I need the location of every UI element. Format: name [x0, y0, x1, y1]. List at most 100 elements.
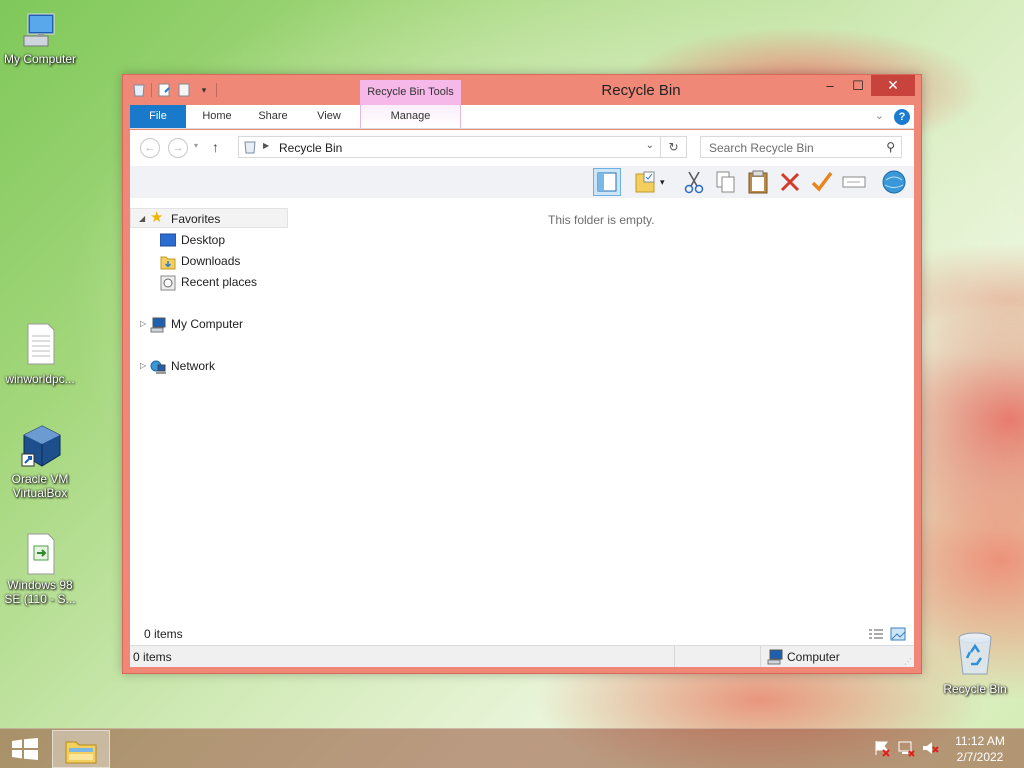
- nav-item-label: Downloads: [181, 254, 241, 268]
- taskbar: 11:12 AM 2/7/2022: [0, 728, 1024, 768]
- quick-access-toolbar: ▾: [131, 82, 217, 98]
- window-title: Recycle Bin: [601, 82, 681, 99]
- computer-zone-icon: [767, 649, 783, 668]
- tab-share[interactable]: Share: [248, 105, 298, 128]
- properties-icon[interactable]: [156, 82, 172, 98]
- items-count: 0 items: [144, 627, 183, 641]
- file-explorer-icon: [65, 736, 97, 767]
- recycle-bin-address-icon: [243, 140, 257, 157]
- title-bar[interactable]: ▾ Recycle Bin Tools Recycle Bin ‒ ☐ ✕: [123, 75, 921, 105]
- search-icon[interactable]: ⚲: [886, 140, 895, 154]
- contextual-tab-header: Recycle Bin Tools: [360, 80, 461, 105]
- cut-icon[interactable]: [680, 168, 708, 196]
- recent-places-icon: [160, 275, 176, 291]
- nav-item-network[interactable]: ▷ Network: [130, 356, 288, 376]
- ribbon-tabs: File Home Share View Manage ⌄ ?: [130, 105, 914, 129]
- search-input[interactable]: Search Recycle Bin ⚲: [700, 136, 902, 158]
- system-clock[interactable]: 11:12 AM 2/7/2022: [940, 733, 1020, 765]
- nav-item-label: Desktop: [181, 233, 226, 247]
- downloads-folder-icon: [160, 254, 176, 270]
- new-folder-icon[interactable]: [176, 82, 192, 98]
- navigation-pane: ◢ ★ Favorites Desktop Downloads Recent p…: [130, 198, 290, 645]
- preview-pane-icon[interactable]: [593, 168, 621, 196]
- windows-logo-icon: [12, 738, 38, 763]
- expand-icon[interactable]: ▷: [140, 314, 146, 334]
- paste-icon[interactable]: [744, 168, 772, 196]
- address-path[interactable]: Recycle Bin: [279, 141, 342, 155]
- customize-qat-icon[interactable]: ▾: [196, 82, 212, 98]
- computer-icon: [150, 317, 166, 333]
- tab-home[interactable]: Home: [192, 105, 242, 128]
- expand-icon[interactable]: ▷: [140, 356, 146, 376]
- address-bar[interactable]: ▶ Recycle Bin ⌄: [238, 136, 661, 158]
- nav-item-desktop[interactable]: Desktop: [130, 230, 288, 250]
- tab-view[interactable]: View: [304, 105, 354, 128]
- computer-icon: [20, 10, 60, 50]
- delete-icon[interactable]: [776, 168, 804, 196]
- desktop-icon-recycle-bin[interactable]: Recycle Bin: [935, 630, 1015, 696]
- recent-locations-icon[interactable]: ▾: [194, 141, 198, 150]
- volume-muted-icon[interactable]: [921, 739, 939, 757]
- network-icon: [150, 359, 166, 374]
- command-toolbar: ▾: [130, 166, 914, 198]
- desktop-icon-virtualbox[interactable]: Oracle VM VirtualBox: [0, 424, 80, 500]
- refresh-icon[interactable]: ↻: [661, 136, 687, 158]
- star-icon: ★: [150, 209, 164, 226]
- help-icon[interactable]: ?: [894, 109, 910, 125]
- desktop-icon-winworldpc[interactable]: winworldpc...: [0, 322, 80, 386]
- breadcrumb-separator-icon[interactable]: ▶: [263, 141, 269, 150]
- address-dropdown-icon[interactable]: ⌄: [646, 140, 654, 151]
- explorer-window: ▾ Recycle Bin Tools Recycle Bin ‒ ☐ ✕ Fi…: [122, 74, 922, 674]
- resize-grip-icon[interactable]: ⋰: [904, 657, 912, 666]
- desktop-icon-my-computer[interactable]: My Computer: [0, 10, 80, 66]
- checkmark-icon[interactable]: [808, 168, 836, 196]
- nav-item-label: Recent places: [181, 275, 258, 289]
- action-center-flag-icon[interactable]: [873, 739, 891, 757]
- status-items: 0 items: [133, 650, 172, 664]
- clock-date: 2/7/2022: [956, 750, 1004, 764]
- tab-manage[interactable]: Manage: [360, 105, 461, 128]
- maximize-button[interactable]: ☐: [845, 75, 871, 96]
- status-bar: 0 items Computer ⋰: [130, 645, 914, 667]
- expand-ribbon-icon[interactable]: ⌄: [875, 109, 884, 122]
- text-file-icon: [20, 322, 60, 365]
- copy-icon[interactable]: [712, 168, 740, 196]
- taskbar-file-explorer[interactable]: [52, 730, 110, 768]
- desktop-icon-label: winworldpc...: [5, 372, 75, 386]
- network-tray-icon[interactable]: [897, 739, 915, 757]
- nav-item-label: Favorites: [171, 212, 221, 226]
- tab-file[interactable]: File: [130, 105, 186, 128]
- start-button[interactable]: [0, 729, 48, 768]
- forward-arrow-icon[interactable]: →: [168, 138, 188, 158]
- dropdown-arrow-icon[interactable]: ▾: [660, 168, 672, 196]
- details-view-icon[interactable]: [868, 627, 884, 644]
- up-arrow-icon[interactable]: ↑: [212, 139, 219, 155]
- empty-folder-message: This folder is empty.: [548, 213, 655, 227]
- nav-item-label: Network: [171, 359, 216, 373]
- collapse-icon[interactable]: ◢: [139, 209, 145, 229]
- nav-item-favorites[interactable]: ◢ ★ Favorites: [130, 208, 288, 228]
- large-icons-view-icon[interactable]: [890, 627, 906, 644]
- desktop-icon-label: Recycle Bin: [943, 682, 1007, 696]
- status-location: Computer: [787, 650, 840, 664]
- minimize-button[interactable]: ‒: [817, 75, 843, 96]
- desktop-icon-windows98[interactable]: Windows 98 SE (110 - S...: [0, 532, 80, 606]
- virtualbox-icon: [20, 424, 61, 467]
- nav-item-downloads[interactable]: Downloads: [130, 251, 288, 271]
- desktop-icon-label: Oracle VM VirtualBox: [11, 472, 69, 500]
- nav-item-recent-places[interactable]: Recent places: [130, 272, 288, 292]
- close-button[interactable]: ✕: [871, 75, 915, 96]
- rename-icon[interactable]: [840, 168, 868, 196]
- back-arrow-icon[interactable]: ←: [140, 138, 160, 158]
- navigation-bar: ← → ▾ ↑ ▶ Recycle Bin ⌄ ↻ Search Recycle…: [130, 130, 914, 166]
- properties-globe-icon[interactable]: [880, 168, 908, 196]
- items-status-bar: 0 items: [130, 624, 914, 644]
- recycle-bin-small-icon: [131, 82, 147, 98]
- clock-time: 11:12 AM: [955, 734, 1005, 748]
- desktop-icon-label: Windows 98 SE (110 - S...: [4, 578, 76, 606]
- desktop-folder-icon: [159, 233, 177, 247]
- content-area: ◢ ★ Favorites Desktop Downloads Recent p…: [130, 198, 914, 645]
- folder-options-icon[interactable]: [632, 168, 660, 196]
- nav-item-my-computer[interactable]: ▷ My Computer: [130, 314, 288, 334]
- desktop-icon-label: My Computer: [3, 52, 77, 66]
